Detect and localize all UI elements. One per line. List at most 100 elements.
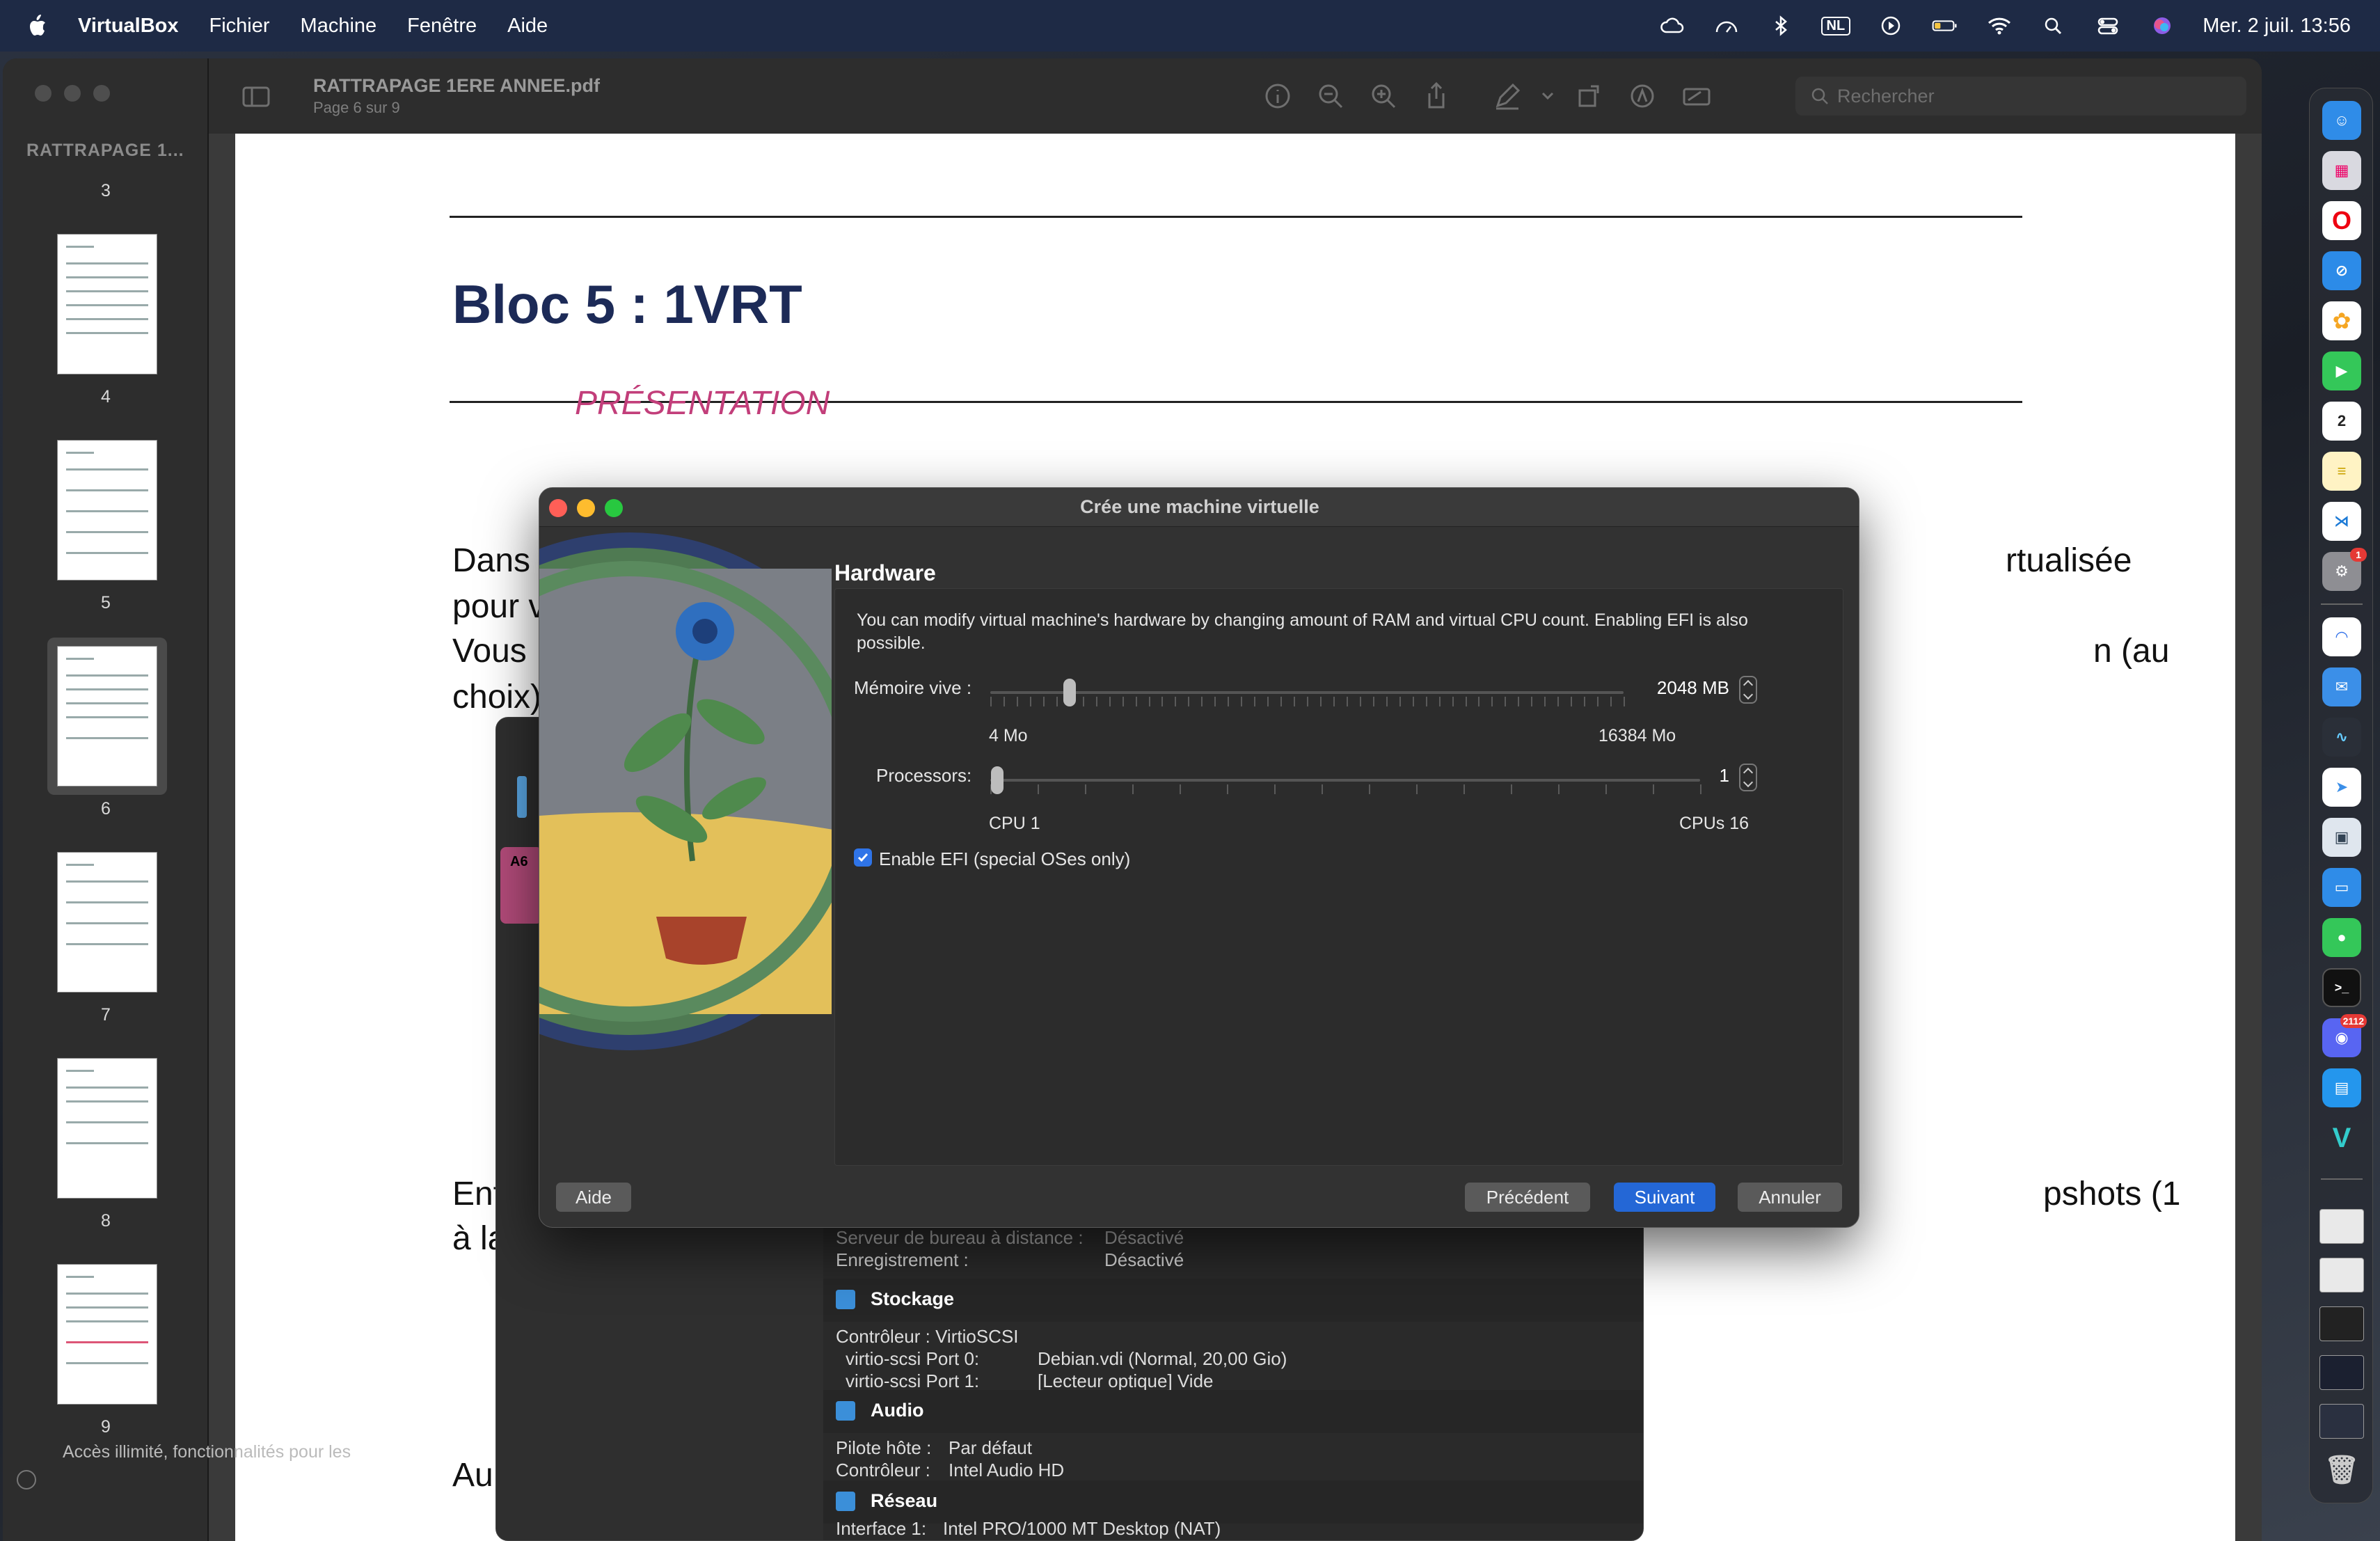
add-page-icon[interactable] (17, 1470, 36, 1489)
chevron-down-icon[interactable] (1531, 79, 1554, 113)
bluetooth-icon[interactable] (1767, 15, 1795, 36)
wifi-icon[interactable] (1985, 15, 2013, 36)
page-thumbnail-8[interactable] (57, 1058, 157, 1199)
processors-value-input[interactable]: 1 (1681, 765, 1729, 787)
menu-aide[interactable]: Aide (507, 15, 548, 38)
dock-notes[interactable]: ≡ (2322, 452, 2361, 491)
tools-icon[interactable] (517, 776, 527, 818)
battery-icon[interactable] (1931, 15, 1959, 36)
info-icon[interactable] (1261, 79, 1294, 113)
markup-icon[interactable] (1491, 79, 1524, 113)
dock-messages[interactable]: ● (2322, 918, 2361, 957)
share-icon[interactable] (1420, 79, 1453, 113)
apple-icon[interactable] (26, 14, 47, 38)
zoom-button[interactable] (93, 85, 110, 102)
efi-checkbox[interactable] (854, 848, 872, 867)
section-title: Hardware (834, 560, 936, 585)
minimize-button[interactable] (64, 85, 81, 102)
page-thumbnail-7[interactable] (57, 852, 157, 993)
close-button[interactable] (35, 85, 51, 102)
annotate-icon[interactable] (1626, 79, 1659, 113)
storage-port1-value[interactable]: [Lecteur optique] Vide (1038, 1370, 1213, 1392)
menu-fichier[interactable]: Fichier (209, 15, 270, 38)
dock-photos[interactable]: ✿ (2322, 301, 2361, 340)
zoom-out-icon[interactable] (1314, 79, 1347, 113)
dock-vscode[interactable]: ⋊ (2322, 502, 2361, 541)
processors-slider[interactable] (990, 779, 1700, 782)
memory-value-input[interactable]: 2048 MB (1646, 677, 1729, 699)
dock-calendar[interactable]: 2 (2322, 402, 2361, 441)
cloud-sync-icon[interactable] (1658, 15, 1686, 36)
pdf-text-line: Vous (452, 633, 527, 670)
audio-section-header[interactable] (823, 1390, 1643, 1433)
play-icon[interactable] (1877, 15, 1905, 36)
audio-title: Audio (871, 1400, 924, 1421)
dock-minimized-window[interactable] (2319, 1258, 2364, 1293)
dock-minimized-window[interactable] (2319, 1404, 2364, 1439)
slider-tick (1228, 697, 1229, 706)
form-icon[interactable] (1680, 79, 1713, 113)
dock-trash[interactable]: 🗑 (2322, 1450, 2361, 1489)
dock-finder[interactable]: ☺ (2322, 101, 2361, 140)
page-thumbnail-9[interactable] (57, 1264, 157, 1405)
slider-tick (1188, 697, 1189, 706)
zoom-in-icon[interactable] (1367, 79, 1400, 113)
storage-port0-value[interactable]: Debian.vdi (Normal, 20,00 Gio) (1038, 1348, 1287, 1370)
dock-keynote[interactable]: ▭ (2322, 868, 2361, 907)
dock-launchpad[interactable]: ▦ (2322, 151, 2361, 190)
menu-fenetre[interactable]: Fenêtre (407, 15, 477, 38)
vm-list-item[interactable]: A6 (500, 847, 542, 924)
menu-app-name[interactable]: VirtualBox (78, 15, 179, 38)
control-center-icon[interactable] (2094, 15, 2122, 36)
dock-maps[interactable]: ➤ (2322, 768, 2361, 807)
dock-opera[interactable]: O (2322, 201, 2361, 240)
dock-facetime[interactable]: ▶ (2322, 351, 2361, 390)
dock-discord[interactable]: ◉ 2112 (2322, 1014, 2367, 1057)
siri-icon[interactable] (2148, 15, 2176, 36)
dock-minimized-window[interactable] (2319, 1209, 2364, 1244)
create-vm-dialog: Crée une machine virtuelle Hardware You … (539, 487, 1859, 1228)
cancel-button[interactable]: Annuler (1738, 1183, 1842, 1212)
keyboard-layout-badge[interactable]: NL (1820, 16, 1851, 35)
network-section-header[interactable] (823, 1480, 1643, 1524)
sidebar-icon[interactable] (239, 79, 273, 113)
memory-stepper[interactable] (1739, 676, 1757, 704)
page-thumbnail-4[interactable] (57, 234, 157, 374)
page-thumbnail-6[interactable] (57, 646, 157, 787)
next-button[interactable]: Suivant (1614, 1183, 1715, 1212)
processors-stepper[interactable] (1739, 764, 1757, 791)
memory-slider-knob[interactable] (1063, 679, 1076, 706)
dock-minimized-window[interactable] (2319, 1355, 2364, 1390)
spotlight-search-icon[interactable] (2040, 15, 2068, 36)
facetime-icon: ▶ (2335, 362, 2348, 379)
dock-mail[interactable]: ✉ (2322, 667, 2361, 706)
processors-slider-knob[interactable] (991, 766, 1003, 794)
dock-separator (2321, 603, 2363, 605)
dock-arc[interactable]: ◠ (2322, 617, 2361, 656)
menu-machine[interactable]: Machine (301, 15, 377, 38)
efi-label[interactable]: Enable EFI (special OSes only) (879, 848, 1130, 870)
activity-icon: ∿ (2335, 728, 2349, 745)
top-rule (450, 216, 2022, 218)
page-thumbnail-5[interactable] (57, 440, 157, 580)
gauge-icon[interactable] (1713, 15, 1740, 36)
memory-min-label: 4 Mo (989, 726, 1028, 745)
dock-docker[interactable]: ▤ (2322, 1068, 2361, 1107)
dock-system-settings[interactable]: ⚙ 1 (2322, 548, 2367, 591)
audio-driver-label: Pilote hôte : (836, 1437, 932, 1458)
dock-safari[interactable]: ⊘ (2322, 251, 2361, 290)
search-input[interactable]: Rechercher (1795, 77, 2246, 116)
help-button[interactable]: Aide (556, 1183, 631, 1212)
menu-clock[interactable]: Mer. 2 juil. 13:56 (2203, 15, 2351, 38)
dock-virtualbox[interactable]: V (2322, 1119, 2361, 1157)
dock-activity-monitor[interactable]: ∿ (2322, 718, 2361, 757)
page-number-8: 8 (101, 1211, 111, 1231)
slider-tick (1505, 697, 1506, 706)
dock-preview[interactable]: ▣ (2322, 818, 2361, 857)
promo-note[interactable]: Accès illimité, fonctionnalités pour les (63, 1442, 351, 1462)
dock-terminal[interactable]: >_ (2322, 968, 2361, 1007)
memory-slider[interactable] (990, 691, 1624, 694)
dock-minimized-window[interactable] (2319, 1306, 2364, 1341)
rotate-icon[interactable] (1573, 79, 1606, 113)
back-button[interactable]: Précédent (1465, 1183, 1590, 1212)
